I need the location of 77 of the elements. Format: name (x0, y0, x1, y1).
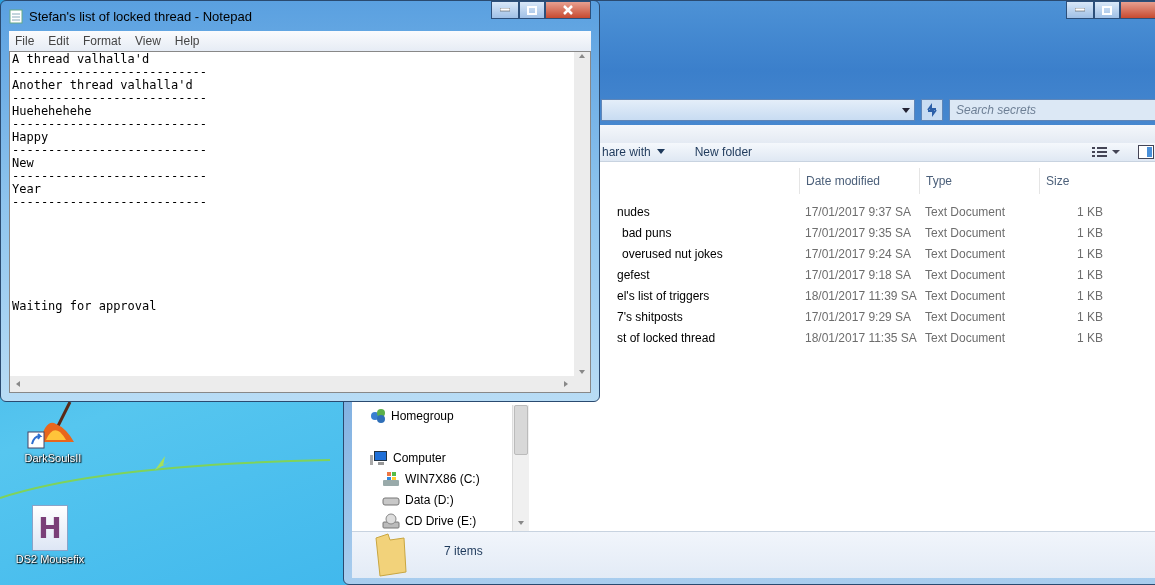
file-name[interactable]: gefest (617, 265, 656, 286)
maximize-button[interactable] (519, 1, 545, 19)
preview-pane-icon[interactable] (1138, 144, 1154, 159)
notepad-icon (9, 8, 23, 24)
table-cell-text: Text Document (924, 288, 1007, 305)
view-options-icon[interactable] (1092, 145, 1120, 158)
table-cell-text: 1 KB (1076, 330, 1104, 347)
windows-drive-icon (382, 470, 400, 487)
table-cell-text: Text Document (924, 225, 1007, 242)
nav-item[interactable]: WIN7X86 (C:) (382, 468, 512, 489)
table-cell-text: 17/01/2017 9:35 SA (804, 225, 913, 242)
close-icon (563, 5, 573, 15)
menu-item[interactable]: Format (83, 34, 122, 48)
network-icon (370, 407, 386, 424)
nav-item[interactable]: CD Drive (E:) (382, 510, 512, 531)
table-cell-text: 17/01/2017 9:29 SA (804, 309, 913, 326)
file-name[interactable]: nudes (617, 202, 656, 223)
minimize-button[interactable] (491, 1, 519, 19)
search-field[interactable]: Search secrets (949, 98, 1155, 121)
table-cell-text: 1 KB (1076, 246, 1104, 263)
folder-icon (374, 532, 408, 578)
scroll-right-arrow-icon[interactable] (562, 380, 570, 388)
table-cell-text: 1 KB (1076, 267, 1104, 284)
file-name[interactable]: 7's shitposts (617, 307, 689, 328)
item-count: 7 items (444, 544, 483, 560)
table-cell-text: 17/01/2017 9:18 SA (804, 267, 913, 284)
table-cell-text: Text Document (924, 309, 1007, 326)
scroll-down-arrow-icon[interactable] (578, 368, 586, 376)
nav-item[interactable]: Homegroup (370, 405, 512, 426)
file-name[interactable]: overused nut jokes (622, 244, 729, 265)
column-header[interactable]: Type (919, 168, 1039, 194)
close-button[interactable] (545, 1, 591, 19)
table-cell-text: Text Document (924, 204, 1007, 221)
table-cell-text: Text Document (924, 246, 1007, 263)
scroll-up-arrow-icon[interactable] (578, 52, 586, 60)
window-title: Stefan's list of locked thread - Notepad (29, 8, 252, 24)
table-cell-text: 17/01/2017 9:24 SA (804, 246, 913, 263)
horizontal-scrollbar[interactable] (10, 376, 574, 392)
address-bar[interactable] (601, 98, 915, 121)
table-cell-text: Text Document (924, 330, 1007, 347)
column-header[interactable]: Size (1039, 168, 1109, 194)
vertical-scrollbar[interactable] (574, 52, 590, 376)
table-cell-text: 1 KB (1076, 225, 1104, 242)
minimize-icon (1075, 8, 1085, 12)
toolbar-button[interactable]: New folder (694, 142, 753, 161)
scroll-left-arrow-icon[interactable] (14, 380, 22, 388)
table-cell-text: 18/01/2017 11:39 SA (804, 288, 918, 305)
scrollbar[interactable] (512, 405, 529, 531)
nav-item[interactable]: Data (D:) (382, 489, 512, 510)
table-cell-text: 17/01/2017 9:37 SA (804, 204, 913, 221)
file-name[interactable]: el's list of triggers (617, 286, 716, 307)
computer-icon (370, 449, 388, 466)
maximize-icon (527, 5, 537, 15)
menu-item[interactable]: Help (174, 34, 200, 48)
maximize-icon (1102, 5, 1112, 15)
menu-item[interactable]: Edit (48, 34, 70, 48)
close-button[interactable] (1120, 1, 1155, 19)
file-name[interactable]: bad puns (622, 223, 678, 244)
minimize-icon (500, 8, 510, 12)
table-cell-text: 1 KB (1076, 288, 1104, 305)
menu-item[interactable]: View (135, 34, 161, 48)
scroll-down-arrow-icon[interactable] (517, 519, 525, 527)
column-header[interactable]: Date modified (799, 168, 919, 194)
cd-drive-icon (382, 512, 400, 529)
minimize-button[interactable] (1066, 1, 1094, 19)
maximize-button[interactable] (1094, 1, 1120, 19)
file-name[interactable]: st of locked thread (617, 328, 722, 349)
table-cell-text: 18/01/2017 11:35 SA (804, 330, 918, 347)
document-letter-icon: H (32, 505, 68, 551)
table-cell-text: 1 KB (1076, 309, 1104, 326)
refresh-arrows-icon (925, 102, 939, 117)
table-cell-text: Text Document (924, 267, 1007, 284)
refresh-button[interactable] (921, 98, 943, 121)
table-cell-text: 1 KB (1076, 204, 1104, 221)
nav-item[interactable]: Computer (370, 447, 512, 468)
menu-item[interactable]: File (15, 34, 35, 48)
toolbar-button[interactable]: hare with (602, 142, 665, 161)
